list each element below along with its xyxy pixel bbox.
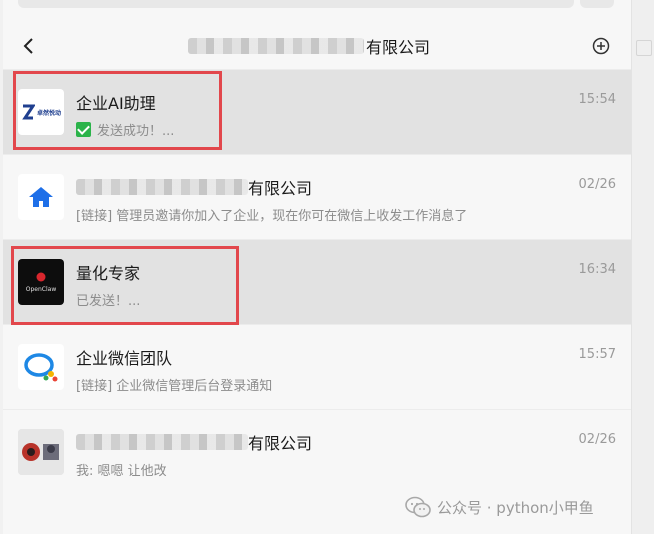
- page-title: 有限公司: [188, 34, 430, 58]
- wecom-logo-icon: [24, 353, 58, 382]
- redacted-name: [76, 179, 248, 195]
- conversation-preview: 我: 嗯嗯 让他改: [76, 464, 167, 479]
- avatar: [18, 344, 64, 390]
- add-circle-icon[interactable]: [592, 37, 610, 55]
- pane-control[interactable]: [636, 40, 652, 56]
- wechat-icon: [405, 496, 431, 518]
- right-pane-edge: [631, 0, 654, 534]
- conversation-name: 有限公司: [76, 175, 312, 199]
- watermark: 公众号 · python小甲鱼: [405, 496, 594, 518]
- conversation-name: 有限公司: [76, 430, 312, 454]
- highlight-box: [11, 246, 239, 325]
- conversation-name: 企业微信团队: [76, 349, 173, 368]
- highlight-box: [13, 71, 222, 150]
- timestamp: 15:57: [578, 347, 616, 362]
- conversation-item-group[interactable]: 有限公司 我: 嗯嗯 让他改 02/26: [3, 409, 631, 495]
- group-avatar-icon: [18, 429, 64, 475]
- chat-list-header: 有限公司: [3, 22, 631, 70]
- title-suffix: 有限公司: [366, 38, 431, 57]
- conversation-item-company[interactable]: 有限公司 [链接] 管理员邀请你加入了企业，现在你可在微信上收发工作消息了 02…: [3, 154, 631, 240]
- timestamp: 15:54: [578, 92, 616, 107]
- toolbar-edge[interactable]: [580, 0, 614, 8]
- name-suffix: 有限公司: [248, 179, 313, 198]
- name-suffix: 有限公司: [248, 434, 313, 453]
- search-bar-edge[interactable]: [18, 0, 574, 8]
- timestamp: 16:34: [578, 262, 616, 277]
- timestamp: 02/26: [578, 177, 616, 192]
- avatar: [18, 429, 64, 475]
- watermark-text: 公众号 · python小甲鱼: [437, 498, 594, 517]
- avatar: [18, 174, 64, 220]
- conversation-item-wecom-team[interactable]: 企业微信团队 [链接] 企业微信管理后台登录通知 15:57: [3, 324, 631, 410]
- conversation-preview: [链接] 企业微信管理后台登录通知: [76, 379, 273, 394]
- back-arrow-icon[interactable]: [22, 37, 36, 55]
- redacted-name: [76, 434, 248, 450]
- conversation-preview: [链接] 管理员邀请你加入了企业，现在你可在微信上收发工作消息了: [76, 209, 468, 224]
- home-icon: [29, 187, 53, 207]
- redacted-title: [188, 38, 364, 54]
- timestamp: 02/26: [578, 432, 616, 447]
